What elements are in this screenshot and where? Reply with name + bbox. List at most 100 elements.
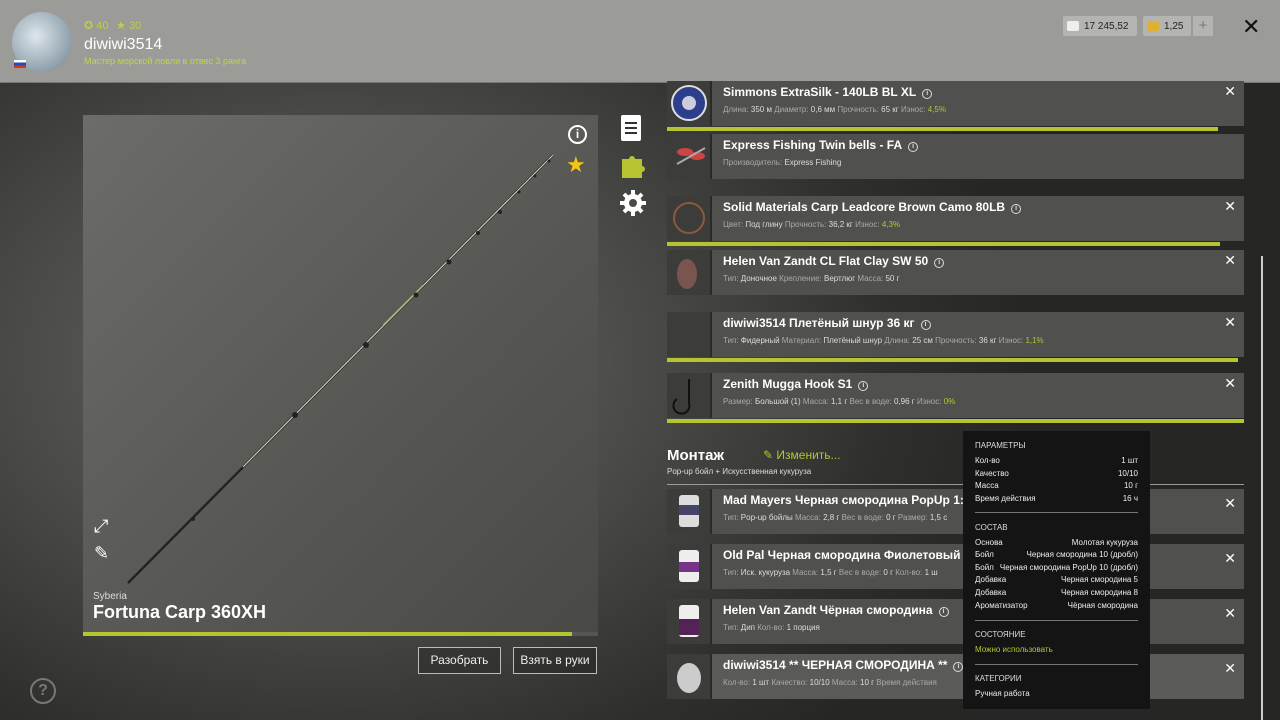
- list-item-handmade-boilie[interactable]: diwiwi3514 ** ЧЕРНАЯ СМОРОДИНА ** i Кол-в…: [667, 654, 1244, 699]
- info-icon[interactable]: i: [568, 125, 587, 144]
- rod-name: Fortuna Carp 360XH: [93, 602, 267, 622]
- info-icon[interactable]: i: [938, 607, 949, 617]
- item-info: Тип: Доночное Крепление: Вертлюг Масса: …: [723, 274, 900, 283]
- param-row: Масса 10 г: [975, 481, 1138, 490]
- rod-durability-bar: [83, 632, 598, 636]
- add-gold-button[interactable]: +: [1193, 16, 1213, 36]
- info-icon[interactable]: i: [858, 381, 869, 391]
- item-name: Simmons ExtraSilk - 140LB BL XL i: [723, 85, 933, 99]
- edit-icon: ✎: [763, 448, 774, 462]
- gear-icon[interactable]: [619, 189, 647, 224]
- list-item-sinker[interactable]: Helen Van Zandt CL Flat Clay SW 50 i Тип:…: [667, 250, 1244, 295]
- gold-value: 1,25: [1164, 20, 1184, 32]
- player-header: ✪ 40 ★ 30 diwiwi3514 Мастер морской ловл…: [0, 0, 1280, 83]
- composition-title: СОСТАВ: [975, 523, 1008, 532]
- item-name: Express Fishing Twin bells - FA i: [723, 138, 919, 152]
- composition-row: Добавка Черная смородина 5: [975, 575, 1138, 584]
- item-info: Тип: Иск. кукуруза Масса: 1,5 г Вес в во…: [723, 568, 938, 577]
- remove-icon[interactable]: ✕: [1224, 314, 1236, 331]
- list-item-popup-boilie[interactable]: Mad Mayers Черная смородина PopUp 1: Тип…: [667, 489, 1244, 534]
- remove-icon[interactable]: ✕: [1224, 495, 1236, 512]
- composition-row: Бойл Черная смородина 10 (дробл): [975, 550, 1138, 559]
- silver-coin-icon: [1067, 21, 1079, 31]
- divider: [975, 620, 1138, 621]
- disassemble-button[interactable]: Разобрать: [418, 647, 501, 674]
- list-item-hook[interactable]: Zenith Mugga Hook S1 i Размер: Большой (1…: [667, 373, 1244, 418]
- remove-icon[interactable]: ✕: [1224, 660, 1236, 677]
- list-item-bite-alarm[interactable]: Express Fishing Twin bells - FA i Произво…: [667, 134, 1244, 179]
- item-thumbnail: [667, 373, 712, 418]
- item-info: Длина: 350 м Диаметр: 0,6 мм Прочность: …: [723, 105, 946, 114]
- help-icon[interactable]: ?: [30, 678, 56, 704]
- level-stat: ✪ 40: [84, 19, 109, 32]
- item-thumbnail: [667, 544, 712, 589]
- info-icon[interactable]: i: [908, 142, 919, 152]
- remove-icon[interactable]: ✕: [1224, 198, 1236, 215]
- item-info: Производитель: Express Fishing: [723, 158, 842, 167]
- level-value: 40: [96, 20, 109, 32]
- gold-balance: 1,25: [1143, 16, 1191, 36]
- rename-pen-icon[interactable]: ✎: [94, 543, 109, 564]
- notes-icon[interactable]: [619, 114, 643, 149]
- info-icon[interactable]: i: [922, 89, 933, 99]
- item-thumbnail: [667, 81, 712, 126]
- item-name: Zenith Mugga Hook S1 i: [723, 377, 869, 391]
- bait-tooltip: ПАРАМЕТРЫ Кол-во 1 шт Качество 10/10 Масса…: [963, 431, 1150, 709]
- remove-icon[interactable]: ✕: [1224, 252, 1236, 269]
- info-icon[interactable]: i: [1011, 204, 1022, 214]
- remove-icon[interactable]: ✕: [1224, 605, 1236, 622]
- param-row: Качество 10/10: [975, 469, 1138, 478]
- close-icon[interactable]: ✕: [1242, 14, 1260, 40]
- info-icon[interactable]: i: [920, 320, 931, 330]
- item-thumbnail: [667, 312, 712, 357]
- param-row: Кол-во 1 шт: [975, 456, 1138, 465]
- info-icon[interactable]: i: [953, 662, 964, 672]
- hook-durability-bar: [667, 419, 1244, 423]
- line-durability-bar: [667, 127, 1218, 131]
- remove-icon[interactable]: ✕: [1224, 550, 1236, 567]
- rod-brand: Syberia: [93, 591, 127, 602]
- list-item-dip[interactable]: Helen Van Zandt Чёрная смородина i Тип: Д…: [667, 599, 1244, 644]
- stars-stat: ★ 30: [116, 19, 141, 32]
- remove-icon[interactable]: ✕: [1224, 83, 1236, 100]
- item-name: Solid Materials Carp Leadcore Brown Camo…: [723, 200, 1022, 214]
- puzzle-icon[interactable]: [619, 151, 647, 186]
- list-item-leadcore[interactable]: Solid Materials Carp Leadcore Brown Camo…: [667, 196, 1244, 241]
- item-info: Цвет: Под глину Прочность: 36,2 кг Износ…: [723, 220, 901, 229]
- user-title: Мастер морской ловли в отвес 3 ранга: [84, 56, 247, 66]
- categories-title: КАТЕГОРИИ: [975, 674, 1022, 683]
- take-in-hands-button[interactable]: Взять в руки: [513, 647, 597, 674]
- item-name: Helen Van Zandt CL Flat Clay SW 50 i: [723, 254, 945, 268]
- item-info: Тип: Дип Кол-во: 1 порция: [723, 623, 820, 632]
- silver-balance: 17 245,52: [1063, 16, 1137, 36]
- remove-icon[interactable]: ✕: [1224, 375, 1236, 392]
- categories-value: Ручная работа: [975, 689, 1030, 698]
- edit-montage-link[interactable]: ✎ Изменить...: [763, 448, 841, 462]
- param-row: Время действия 16 ч: [975, 494, 1138, 503]
- info-icon[interactable]: i: [934, 258, 945, 268]
- silver-value: 17 245,52: [1084, 20, 1129, 32]
- item-name: diwiwi3514 Плетёный шнур 36 кг i: [723, 316, 931, 330]
- item-name: Old Pal Черная смородина Фиолетовый: [723, 548, 961, 562]
- item-info: Кол-во: 1 шт Качество: 10/10 Масса: 10 г…: [723, 678, 937, 687]
- scrollbar[interactable]: [1261, 256, 1263, 720]
- list-item-corn[interactable]: Old Pal Черная смородина Фиолетовый Тип:…: [667, 544, 1244, 589]
- item-thumbnail: [667, 134, 712, 179]
- leader-durability-bar: [667, 358, 1238, 362]
- gold-coin-icon: [1147, 21, 1159, 31]
- item-name: diwiwi3514 ** ЧЕРНАЯ СМОРОДИНА ** i: [723, 658, 964, 672]
- params-title: ПАРАМЕТРЫ: [975, 441, 1026, 450]
- item-thumbnail: [667, 250, 712, 295]
- item-thumbnail: [667, 489, 712, 534]
- montage-subtitle: Pop-up бойл + Искусственная кукуруза: [667, 467, 812, 476]
- item-info: Тип: Pop-up бойлы Масса: 2,8 г Вес в вод…: [723, 513, 948, 522]
- composition-row: Основа Молотая кукуруза: [975, 538, 1138, 547]
- list-item-leader[interactable]: diwiwi3514 Плетёный шнур 36 кг i Тип: Фид…: [667, 312, 1244, 357]
- rod-image: [127, 154, 554, 584]
- divider: [975, 512, 1138, 513]
- favorite-star-icon[interactable]: ★: [566, 152, 586, 178]
- rod-viewer[interactable]: [83, 115, 598, 633]
- composition-row: Бойл Черная смородина PopUp 10 (дробл): [975, 563, 1138, 572]
- list-item-line[interactable]: Simmons ExtraSilk - 140LB BL XL i Длина: …: [667, 81, 1244, 126]
- expand-icon[interactable]: ⤢: [94, 516, 108, 537]
